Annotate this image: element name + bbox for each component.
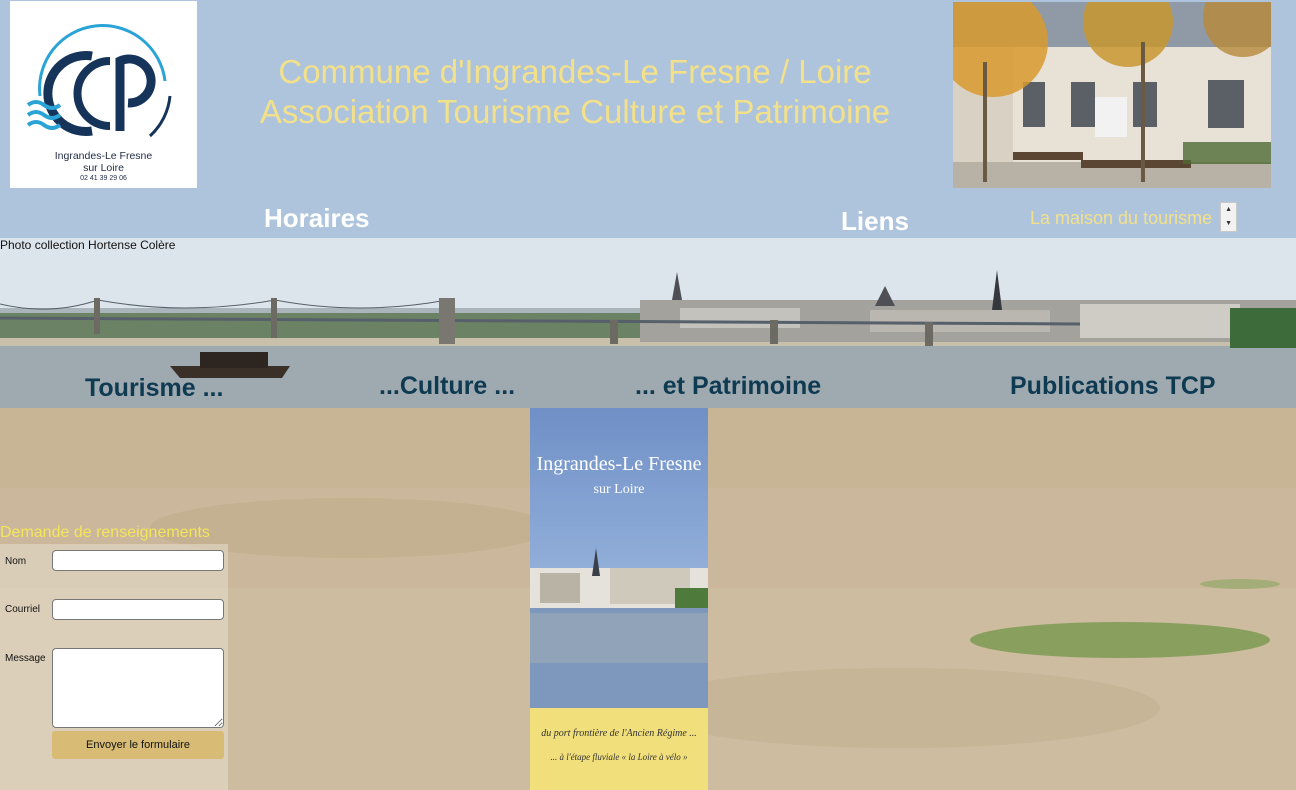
submit-button[interactable]: Envoyer le formulaire <box>52 731 224 759</box>
maison-select[interactable]: La maison du tourisme ▲ ▼ <box>1030 202 1238 232</box>
form-title: Demande de renseignements <box>0 524 210 541</box>
site-header: Ingrandes-Le Fresne sur Loire 02 41 39 2… <box>0 0 1296 238</box>
site-title: Commune d'Ingrandes-Le Fresne / Loire As… <box>200 52 950 132</box>
courriel-input[interactable] <box>52 599 224 620</box>
tourisme-link[interactable]: Tourisme ... <box>85 374 223 403</box>
brochure-image[interactable]: Ingrandes-Le Fresne sur Loire du port fr… <box>530 408 708 790</box>
message-label: Message <box>5 653 46 664</box>
loire-banner: Photo collection Hortense Colère Tourism… <box>0 238 1296 408</box>
main-content: Demande de renseignements Nom Courriel M… <box>0 408 1296 790</box>
spinner-down-icon[interactable]: ▼ <box>1225 220 1232 228</box>
maison-select-value[interactable]: La maison du tourisme <box>1030 208 1212 229</box>
photo-credit: Photo collection Hortense Colère <box>0 238 176 252</box>
logo-caption: Ingrandes-Le Fresne sur Loire 02 41 39 2… <box>10 150 197 183</box>
brochure-tagline-1: du port frontière de l'Ancien Régime ... <box>541 728 697 739</box>
publications-link[interactable]: Publications TCP <box>1010 372 1216 401</box>
nav-horaires-link[interactable]: Horaires <box>264 203 370 234</box>
nav-liens-link[interactable]: Liens <box>841 206 909 237</box>
maison-select-spinner[interactable]: ▲ ▼ <box>1220 202 1238 232</box>
tcp-logo[interactable]: Ingrandes-Le Fresne sur Loire 02 41 39 2… <box>10 1 197 188</box>
logo-caption-line1: Ingrandes-Le Fresne <box>54 150 153 162</box>
tourist-office-photo <box>953 2 1271 188</box>
brochure-tagline-2: ... à l'étape fluviale « la Loire à vélo… <box>550 752 688 762</box>
brochure-subtitle: sur Loire <box>593 482 645 497</box>
logo-caption-line2: sur Loire <box>83 162 124 174</box>
nom-label: Nom <box>5 556 27 567</box>
patrimoine-link[interactable]: ... et Patrimoine <box>635 372 821 401</box>
site-title-line1: Commune d'Ingrandes-Le Fresne / Loire <box>278 53 872 90</box>
nom-input[interactable] <box>52 550 224 571</box>
spinner-up-icon[interactable]: ▲ <box>1225 206 1232 214</box>
culture-link[interactable]: ...Culture ... <box>379 372 515 401</box>
message-textarea[interactable] <box>52 648 224 728</box>
brochure-title: Ingrandes-Le Fresne <box>536 453 702 475</box>
site-title-line2: Association Tourisme Culture et Patrimoi… <box>259 93 891 130</box>
logo-phone: 02 41 39 29 06 <box>80 175 127 182</box>
contact-form: Nom Courriel Message Envoyer le formulai… <box>0 544 228 790</box>
courriel-label: Courriel <box>5 604 41 615</box>
